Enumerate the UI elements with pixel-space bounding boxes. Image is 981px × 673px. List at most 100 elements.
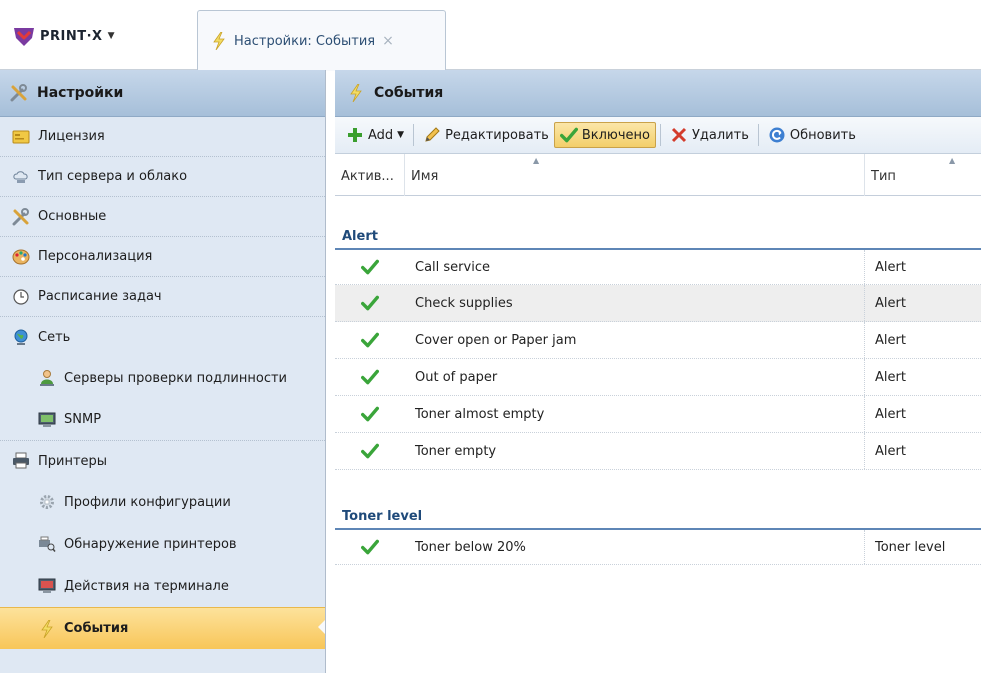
tab-label: Настройки: События	[234, 33, 376, 49]
sidebar-item-personalization[interactable]: Персонализация	[0, 237, 325, 277]
sidebar-item-network[interactable]: Сеть	[0, 317, 325, 357]
edit-button[interactable]: Редактировать	[418, 122, 554, 148]
lightning-icon	[212, 32, 226, 50]
terminal-icon	[38, 578, 56, 593]
name-cell: Toner below 20%	[405, 530, 865, 564]
printer-icon	[13, 452, 29, 469]
sidebar-item-label: SNMP	[64, 412, 102, 427]
sidebar-item-config-profiles[interactable]: Профили конфигурации	[0, 481, 325, 523]
toolbar-divider	[659, 124, 661, 146]
sidebar-item-task-schedule[interactable]: Расписание задач	[0, 277, 325, 317]
group-header-toner-level[interactable]: Toner level	[335, 490, 981, 528]
toolbar-divider	[757, 124, 759, 146]
events-panel: События Add ▼ Редактировать Включено Уда…	[335, 70, 981, 673]
table-row[interactable]: Toner empty Alert	[335, 433, 981, 470]
add-button[interactable]: Add ▼	[341, 122, 409, 148]
sidebar-item-label: Тип сервера и облако	[38, 169, 188, 184]
clock-icon	[13, 288, 29, 305]
tools-icon	[12, 208, 30, 226]
type-cell: Alert	[875, 295, 906, 311]
cloud-server-icon	[13, 170, 28, 183]
sidebar-title: Настройки	[37, 85, 124, 101]
sidebar-item-label: Серверы проверки подлинности	[64, 370, 288, 386]
table-row[interactable]: Out of paper Alert	[335, 359, 981, 396]
pencil-icon	[425, 127, 440, 142]
close-icon[interactable]: ×	[382, 33, 394, 49]
delete-x-icon	[671, 127, 687, 143]
table-row[interactable]: Call service Alert	[335, 248, 981, 285]
gear-icon	[40, 495, 54, 509]
tab-settings-events[interactable]: Настройки: События ×	[197, 10, 446, 71]
check-icon	[361, 258, 379, 276]
active-cell	[335, 433, 405, 469]
type-cell: Alert	[875, 332, 906, 348]
check-icon	[361, 294, 379, 312]
lightning-icon	[38, 620, 56, 638]
sidebar-item-label: Сеть	[38, 329, 71, 345]
name-cell: Out of paper	[405, 359, 865, 395]
grid-header: Актив... ▲ Имя ▲ Тип	[335, 154, 981, 196]
events-toolbar: Add ▼ Редактировать Включено Удалить Обн…	[335, 117, 981, 154]
license-icon	[12, 130, 30, 143]
check-icon	[361, 405, 379, 423]
refresh-icon	[769, 127, 785, 143]
lightning-icon	[347, 84, 365, 102]
column-label: Имя	[411, 169, 439, 184]
sidebar-item-printer-discovery[interactable]: Обнаружение принтеров	[0, 523, 325, 565]
enabled-toggle-button[interactable]: Включено	[553, 122, 656, 148]
delete-label: Удалить	[691, 127, 749, 143]
top-bar: PRINT·X ▼ Настройки: События ×	[0, 0, 981, 71]
app-logo-text: PRINT·X	[40, 28, 103, 44]
table-row[interactable]: Cover open or Paper jam Alert	[335, 322, 981, 359]
toolbar-divider	[413, 124, 415, 146]
sidebar-item-label: Профили конфигурации	[64, 494, 231, 510]
sidebar-item-auth-servers[interactable]: Серверы проверки подлинности	[0, 357, 325, 399]
type-cell: Toner level	[875, 539, 946, 555]
name-cell: Toner empty	[405, 433, 865, 469]
events-header: События	[335, 70, 981, 117]
name-cell: Cover open or Paper jam	[405, 322, 865, 358]
sidebar-item-printers[interactable]: Принтеры	[0, 441, 325, 481]
delete-button[interactable]: Удалить	[665, 122, 754, 148]
active-cell	[335, 250, 405, 284]
type-cell: Alert	[875, 369, 906, 385]
sidebar-header: Настройки	[0, 70, 325, 117]
sidebar-item-label: События	[64, 621, 129, 636]
enabled-label: Включено	[581, 127, 650, 143]
add-label: Add	[368, 127, 394, 143]
check-icon	[361, 538, 379, 556]
app-menu-button[interactable]: PRINT·X ▼	[12, 22, 115, 50]
column-header-type[interactable]: ▲ Тип	[865, 154, 981, 196]
sidebar-item-label: Персонализация	[38, 249, 153, 264]
refresh-button[interactable]: Обновить	[763, 122, 861, 148]
table-row[interactable]: Check supplies Alert	[335, 285, 981, 322]
settings-sidebar: Настройки Лицензия Тип сервера и облако …	[0, 70, 326, 673]
group-header-alert[interactable]: Alert	[335, 210, 981, 248]
type-cell: Alert	[875, 406, 906, 422]
sort-ascending-icon: ▲	[533, 156, 540, 165]
name-cell: Toner almost empty	[405, 396, 865, 432]
sidebar-item-terminal-actions[interactable]: Действия на терминале	[0, 565, 325, 607]
column-header-active[interactable]: Актив...	[335, 154, 405, 196]
sidebar-item-license[interactable]: Лицензия	[0, 117, 325, 157]
tools-icon	[10, 84, 28, 102]
sidebar-item-general[interactable]: Основные	[0, 197, 325, 237]
active-cell	[335, 285, 405, 321]
table-row[interactable]: Toner below 20% Toner level	[335, 528, 981, 565]
sidebar-item-snmp[interactable]: SNMP	[0, 399, 325, 441]
chevron-down-icon: ▼	[397, 130, 405, 140]
sidebar-item-server-type[interactable]: Тип сервера и облако	[0, 157, 325, 197]
plus-icon	[348, 128, 362, 142]
column-header-name[interactable]: ▲ Имя	[405, 154, 865, 196]
name-cell: Check supplies	[405, 285, 865, 321]
monitor-icon	[38, 412, 56, 427]
sidebar-item-label: Расписание задач	[38, 289, 162, 304]
type-cell: Alert	[875, 259, 906, 275]
globe-icon	[14, 329, 28, 345]
check-icon	[560, 126, 578, 144]
table-row[interactable]: Toner almost empty Alert	[335, 396, 981, 433]
sidebar-item-events[interactable]: События	[0, 607, 325, 649]
user-server-icon	[40, 370, 54, 386]
sidebar-item-label: Обнаружение принтеров	[64, 536, 237, 552]
active-cell	[335, 396, 405, 432]
